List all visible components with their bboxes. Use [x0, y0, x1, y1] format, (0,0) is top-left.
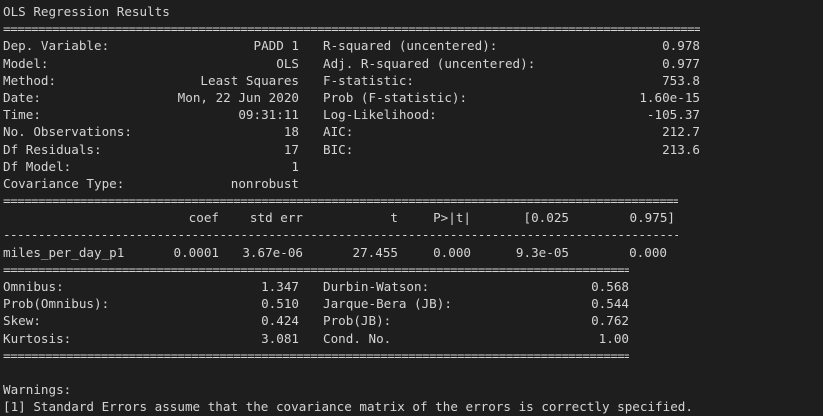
col-header: coef: [188, 210, 219, 226]
diagnostics-row: Skew: 0.424 Prob(JB): 0.762: [3, 312, 700, 329]
ci-upper-value: 0.000: [629, 244, 667, 260]
rule-double: ========================================…: [3, 261, 629, 277]
stat-value: OLS: [276, 55, 299, 71]
stat-value: 1.347: [261, 279, 299, 294]
stat-label: No. Observations:: [3, 124, 132, 140]
stat-label: AIC:: [323, 124, 354, 140]
stat-label: Prob (F-statistic):: [323, 89, 468, 105]
stat-label: Date:: [3, 89, 41, 105]
stat-value: 1.60e-15: [639, 89, 700, 105]
stat-value: 0.544: [591, 296, 629, 312]
stat-value: 1.00: [598, 330, 629, 346]
stat-label: Prob(JB):: [323, 313, 392, 329]
warnings-title: Warnings:: [3, 382, 72, 398]
stat-value: 213.6: [662, 141, 700, 157]
stat-value: Mon, 22 Jun 2020: [177, 89, 299, 105]
stat-label: Log-Likelihood:: [323, 107, 437, 123]
warning-line: [1] Standard Errors assume that the cova…: [3, 399, 693, 415]
col-header: P>|t|: [433, 210, 471, 226]
model-info-row: Date: Mon, 22 Jun 2020 Prob (F-statistic…: [3, 89, 700, 106]
stat-label: Prob(Omnibus):: [3, 296, 110, 312]
stderr-value: 3.67e-06: [242, 244, 303, 260]
stat-value: nonrobust: [230, 175, 299, 191]
p-value: 0.000: [433, 244, 471, 260]
stat-value: 753.8: [662, 72, 700, 88]
col-header: [0.025: [523, 210, 570, 226]
rule-double: ========================================…: [3, 21, 700, 37]
stat-value: 1: [291, 158, 299, 174]
coef-header-row: coef std err t P>|t| [0.025 0.975]: [3, 209, 700, 226]
model-info-row: Model: OLS Adj. R-squared (uncentered): …: [3, 55, 700, 72]
stat-label: Jarque-Bera (JB):: [323, 296, 452, 312]
stat-value: 0.424: [261, 313, 299, 329]
stat-label: BIC:: [323, 141, 354, 157]
ci-lower-value: 9.3e-05: [515, 244, 569, 260]
stat-value: 3.081: [261, 330, 299, 346]
stat-value: 0.977: [662, 55, 700, 71]
stat-label: Time:: [3, 107, 41, 123]
stat-label: Durbin-Watson:: [323, 279, 430, 294]
diagnostics-row: Kurtosis: 3.081 Cond. No. 1.00: [3, 330, 700, 347]
rule-dash: ----------------------------------------…: [3, 227, 678, 243]
stat-value: 0.510: [261, 296, 299, 312]
col-header: std err: [249, 210, 303, 226]
stat-label: R-squared (uncentered):: [323, 38, 498, 54]
stat-label: Skew:: [3, 313, 41, 329]
coef-row: miles_per_day_p1 0.0001 3.67e-06 27.455 …: [3, 244, 700, 261]
summary-title: OLS Regression Results: [3, 4, 170, 19]
diagnostics-row: Omnibus: 1.347 Durbin-Watson: 0.568: [3, 278, 700, 295]
rule-double: ========================================…: [3, 347, 629, 363]
stat-label: Df Model:: [3, 158, 72, 174]
stat-label: Df Residuals:: [3, 141, 102, 157]
stat-value: 18: [283, 124, 299, 140]
stat-value: 09:31:11: [238, 107, 299, 123]
stat-label: Adj. R-squared (uncentered):: [323, 55, 536, 71]
stat-label: F-statistic:: [323, 72, 414, 88]
rule-double: ========================================…: [3, 193, 678, 209]
model-info-table: Dep. Variable: PADD 1 R-squared (uncente…: [3, 37, 700, 192]
t-value: 27.455: [352, 244, 399, 260]
stat-label: Covariance Type:: [3, 175, 125, 191]
stat-value: 212.7: [662, 124, 700, 140]
model-info-row: Dep. Variable: PADD 1 R-squared (uncente…: [3, 37, 700, 54]
stat-value: -105.37: [646, 107, 700, 123]
regression-output: OLS Regression Results =================…: [3, 3, 700, 416]
model-info-row: No. Observations: 18 AIC: 212.7: [3, 123, 700, 140]
coefficient-table: coef std err t P>|t| [0.025 0.975] -----…: [3, 209, 700, 261]
diagnostics-table: Omnibus: 1.347 Durbin-Watson: 0.568 Prob…: [3, 278, 700, 347]
stat-label: Kurtosis:: [3, 330, 72, 346]
stat-value: PADD 1: [253, 38, 300, 54]
variable-name: miles_per_day_p1: [3, 244, 125, 260]
model-info-row: Covariance Type: nonrobust: [3, 175, 700, 192]
col-header: t: [390, 210, 398, 226]
col-header: 0.975]: [629, 210, 676, 226]
model-info-row: Method: Least Squares F-statistic: 753.8: [3, 72, 700, 89]
stat-label: Model:: [3, 55, 49, 71]
model-info-row: Df Residuals: 17 BIC: 213.6: [3, 141, 700, 158]
stat-value: Least Squares: [200, 72, 299, 88]
diagnostics-row: Prob(Omnibus): 0.510 Jarque-Bera (JB): 0…: [3, 295, 700, 312]
stat-label: Method:: [3, 72, 57, 88]
model-info-row: Time: 09:31:11 Log-Likelihood: -105.37: [3, 106, 700, 123]
stat-value: 17: [283, 141, 299, 157]
stat-value: 0.762: [591, 313, 629, 329]
stat-label: Dep. Variable:: [3, 38, 110, 54]
model-info-row: Df Model: 1: [3, 158, 700, 175]
stat-value: 0.568: [591, 279, 629, 294]
stat-value: 0.978: [662, 38, 700, 54]
stat-label: Cond. No.: [323, 330, 392, 346]
stat-label: Omnibus:: [3, 279, 64, 294]
coef-value: 0.0001: [173, 244, 220, 260]
